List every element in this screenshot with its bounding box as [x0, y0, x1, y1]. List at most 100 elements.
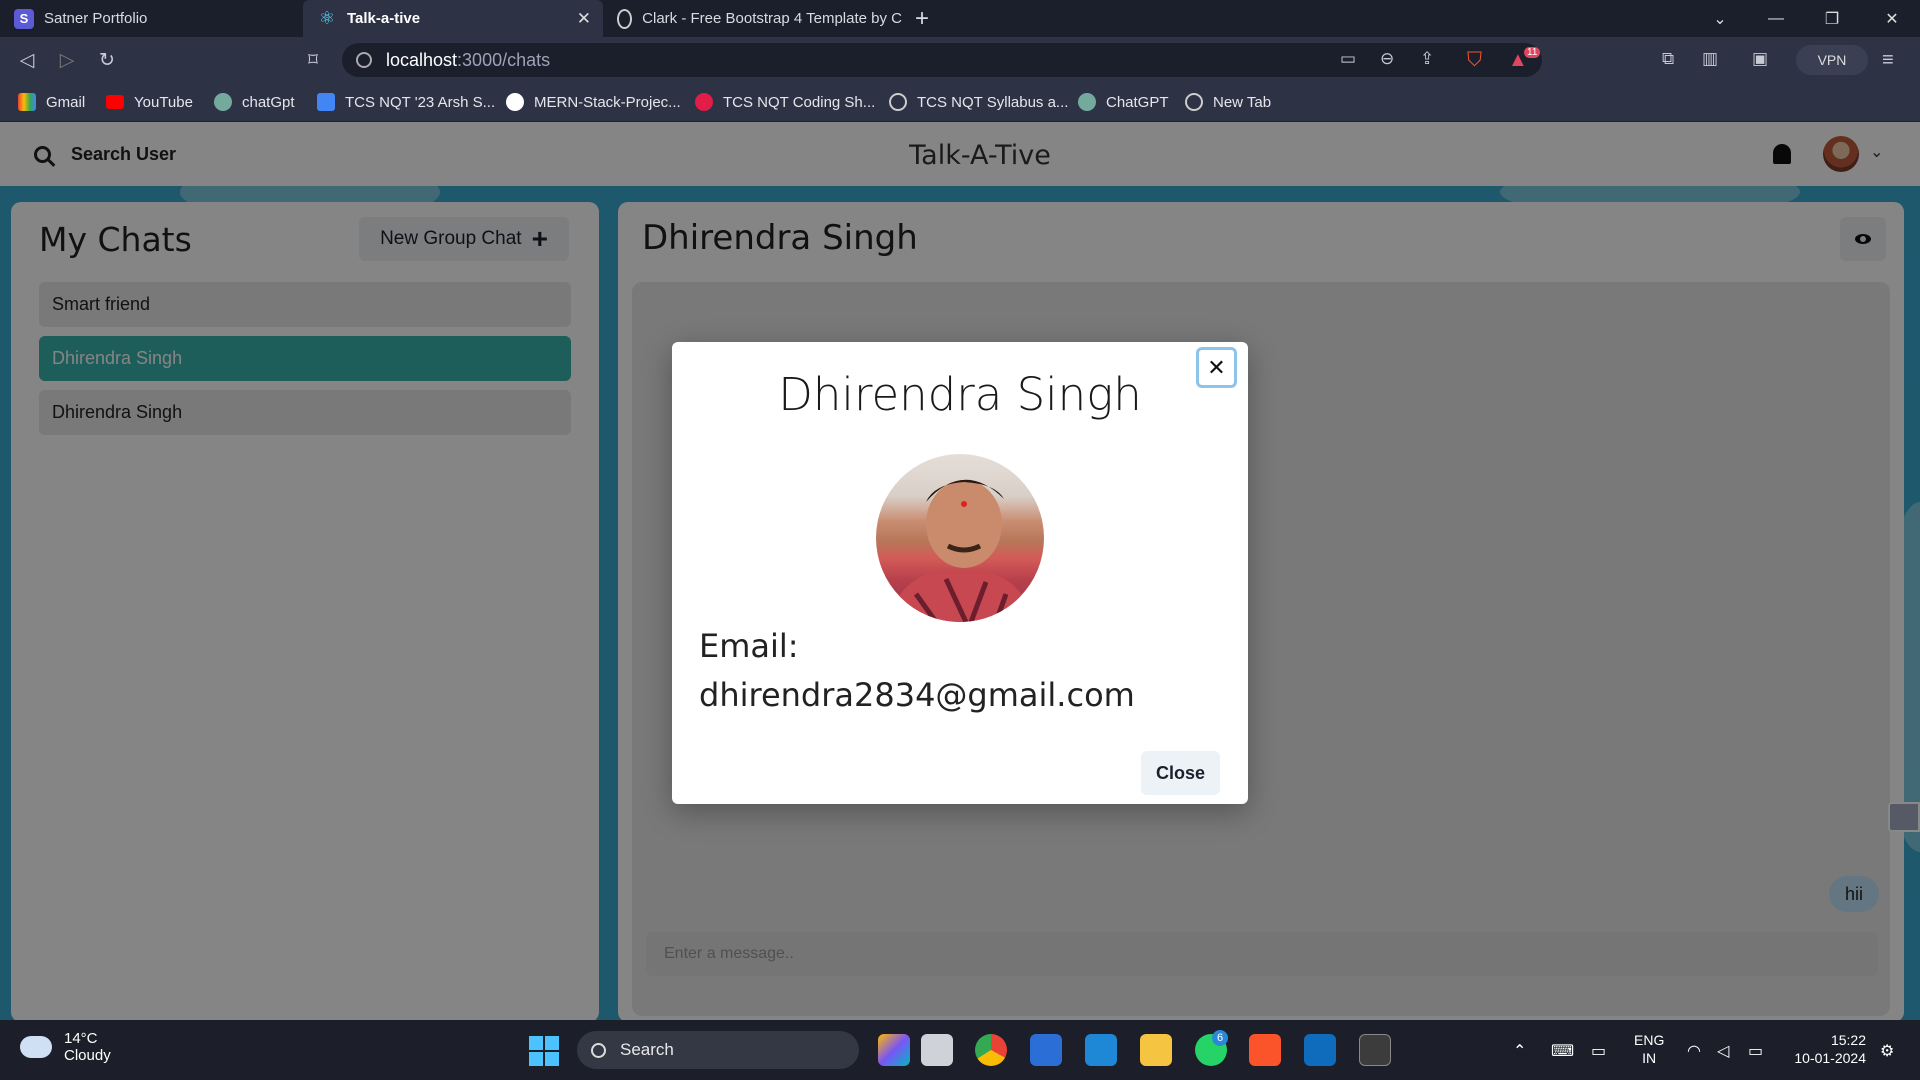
bookmark-label: TCS NQT Coding Sh...: [723, 93, 876, 111]
display-icon[interactable]: ▭: [1591, 1041, 1606, 1061]
tab-satner-portfolio[interactable]: S Satner Portfolio: [0, 0, 303, 37]
docs-icon: [317, 93, 335, 111]
brave-shields-icon[interactable]: ⛉: [1467, 49, 1482, 72]
bookmark-label: TCS NQT '23 Arsh S...: [345, 93, 496, 111]
tab-talk-a-tive[interactable]: ⚛ Talk-a-tive ✕: [303, 0, 603, 37]
tab-clark-template[interactable]: Clark - Free Bootstrap 4 Template by C: [607, 0, 902, 37]
volume-icon[interactable]: ◁: [1717, 1041, 1729, 1061]
share-icon[interactable]: ⇪: [1420, 49, 1434, 69]
tab-label: Satner Portfolio: [44, 10, 148, 27]
bookmark-label: ChatGPT: [1106, 93, 1169, 111]
terminal-icon[interactable]: [1359, 1034, 1391, 1066]
bookmark-label: Gmail: [46, 93, 86, 111]
language-bottom: IN: [1642, 1050, 1657, 1066]
search-icon: [591, 1042, 606, 1058]
profile-photo-illustration: [886, 479, 1036, 622]
bookmark-mern[interactable]: MERN-Stack-Projec...: [506, 91, 681, 113]
tab-search-chevron-icon[interactable]: ⌄: [1692, 0, 1748, 37]
satner-favicon-icon: S: [14, 8, 34, 29]
bookmark-new-tab[interactable]: New Tab: [1185, 91, 1271, 113]
bookmark-label: TCS NQT Syllabus a...: [917, 93, 1069, 111]
notifications-icon[interactable]: ⚙: [1880, 1041, 1894, 1061]
bookmark-chatgpt[interactable]: chatGpt: [214, 91, 295, 113]
bookmark-tcs-arsh[interactable]: TCS NQT '23 Arsh S...: [317, 91, 495, 113]
task-view-icon[interactable]: [921, 1034, 953, 1066]
chevron-up-icon[interactable]: ⌃: [1513, 1041, 1526, 1061]
bookmark-label: chatGpt: [242, 93, 295, 111]
new-tab-button[interactable]: +: [915, 0, 945, 37]
whatsapp-badge: 6: [1212, 1030, 1228, 1046]
github-icon: [506, 93, 524, 111]
close-window-button[interactable]: ✕: [1864, 0, 1920, 37]
tuf-icon: [695, 93, 713, 111]
bookmark-tcs-syllabus[interactable]: TCS NQT Syllabus a...: [889, 91, 1068, 113]
zoom-icon[interactable]: ⊖: [1380, 49, 1394, 69]
clock-time: 15:22: [1830, 1032, 1866, 1048]
taskbar-search-label: Search: [620, 1040, 674, 1059]
weather-desc: Cloudy: [64, 1047, 111, 1064]
bookmark-label: MERN-Stack-Projec...: [534, 93, 681, 111]
bookmark-youtube[interactable]: YouTube: [106, 91, 193, 113]
copilot-icon[interactable]: [878, 1034, 910, 1066]
cast-icon[interactable]: ▭: [1340, 49, 1356, 69]
react-favicon-icon: ⚛: [318, 8, 336, 28]
modal-close-icon[interactable]: ✕: [1196, 347, 1237, 388]
mylp-icon[interactable]: [1030, 1034, 1062, 1066]
keyboard-icon[interactable]: ⌨: [1551, 1041, 1574, 1061]
youtube-icon: [106, 95, 124, 109]
profile-modal: Dhirendra Singh ✕ Email: dhirendra2834@g…: [672, 342, 1248, 804]
weather-temp: 14°C: [64, 1030, 98, 1047]
wifi-icon[interactable]: ◠: [1687, 1041, 1701, 1061]
close-tab-icon[interactable]: ✕: [577, 9, 591, 29]
brave-icon[interactable]: [1249, 1034, 1281, 1066]
chatgpt-icon: [214, 93, 232, 111]
weather-widget[interactable]: 14°C Cloudy: [20, 1030, 111, 1064]
vscode-icon[interactable]: [1085, 1034, 1117, 1066]
bookmark-chatgpt-2[interactable]: ChatGPT: [1078, 91, 1169, 113]
sidebar-toggle-icon[interactable]: ▥: [1702, 49, 1718, 69]
wallet-icon[interactable]: ▣: [1752, 49, 1768, 69]
email-label: Email:: [699, 627, 799, 665]
back-icon[interactable]: ◁: [14, 47, 40, 73]
chrome-icon[interactable]: [975, 1034, 1007, 1066]
side-handle-icon[interactable]: [1888, 802, 1920, 832]
mail-icon[interactable]: [1304, 1034, 1336, 1066]
menu-icon[interactable]: ≡: [1882, 49, 1894, 72]
globe-icon: [1185, 93, 1203, 111]
extensions-icon[interactable]: ⧉: [1662, 49, 1674, 69]
battery-icon[interactable]: ▭: [1748, 1041, 1763, 1061]
clock[interactable]: 15:22 10-01-2024: [1786, 1031, 1866, 1067]
bookmark-gmail[interactable]: Gmail: [18, 91, 85, 113]
restore-button[interactable]: ❐: [1804, 0, 1860, 37]
bookmark-label: New Tab: [1213, 93, 1272, 111]
file-explorer-icon[interactable]: [1140, 1034, 1172, 1066]
modal-title: Dhirendra Singh: [778, 368, 1142, 421]
close-button[interactable]: Close: [1141, 751, 1220, 795]
url-path: :3000/chats: [457, 49, 551, 70]
url-field[interactable]: localhost :3000/chats: [342, 43, 1542, 77]
tab-label: Talk-a-tive: [347, 10, 421, 27]
reload-icon[interactable]: ↻: [94, 47, 120, 73]
bookmark-label: YouTube: [134, 93, 193, 111]
chatgpt-icon: [1078, 93, 1096, 111]
site-info-icon[interactable]: [356, 52, 372, 68]
vpn-label: VPN: [1817, 52, 1847, 68]
browser-tab-bar: S Satner Portfolio ⚛ Talk-a-tive ✕ Clark…: [0, 0, 1920, 37]
vpn-button[interactable]: VPN: [1796, 45, 1868, 75]
bookmark-tcs-coding[interactable]: TCS NQT Coding Sh...: [695, 91, 875, 113]
taskbar-search[interactable]: Search: [577, 1031, 859, 1069]
gmail-icon: [18, 93, 36, 111]
minimize-button[interactable]: —: [1748, 0, 1804, 37]
language-indicator[interactable]: ENG IN: [1634, 1031, 1664, 1067]
language-top: ENG: [1634, 1032, 1665, 1048]
clock-date: 10-01-2024: [1794, 1050, 1866, 1066]
globe-icon: [889, 93, 907, 111]
globe-icon: [617, 8, 633, 29]
bookmark-icon[interactable]: ⌑: [300, 47, 326, 73]
tab-label: Clark - Free Bootstrap 4 Template by C: [642, 10, 902, 27]
cloud-icon: [20, 1036, 52, 1058]
alert-count-badge: 11: [1524, 47, 1541, 58]
windows-taskbar: [0, 1020, 1920, 1080]
forward-icon[interactable]: ▷: [54, 47, 80, 73]
windows-start-icon[interactable]: [529, 1036, 559, 1066]
